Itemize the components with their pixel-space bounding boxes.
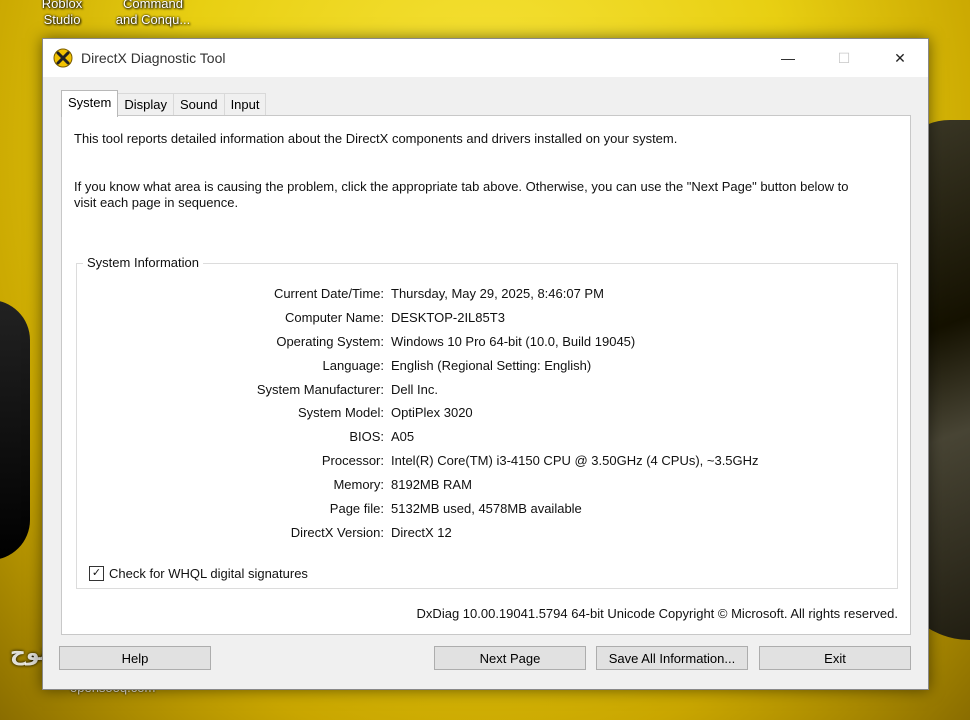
wallpaper-car-left bbox=[0, 300, 30, 560]
info-value: DESKTOP-2IL85T3 bbox=[391, 310, 505, 325]
info-row-bios: BIOS: A05 bbox=[77, 429, 897, 449]
info-label: Computer Name: bbox=[285, 310, 384, 325]
minimize-button[interactable]: — bbox=[760, 39, 816, 77]
info-value: 8192MB RAM bbox=[391, 477, 472, 492]
whql-checkbox-row[interactable]: ✓ Check for WHQL digital signatures bbox=[89, 566, 308, 581]
info-value: OptiPlex 3020 bbox=[391, 405, 473, 420]
info-row-memory: Memory: 8192MB RAM bbox=[77, 477, 897, 497]
info-value: Thursday, May 29, 2025, 8:46:07 PM bbox=[391, 286, 604, 301]
help-button[interactable]: Help bbox=[59, 646, 211, 670]
next-page-button[interactable]: Next Page bbox=[434, 646, 586, 670]
info-label: System Manufacturer: bbox=[256, 382, 384, 397]
info-value: A05 bbox=[391, 429, 415, 444]
desktop-icon-label: Roblox Studio bbox=[41, 0, 83, 27]
info-row-datetime: Current Date/Time: Thursday, May 29, 202… bbox=[77, 286, 897, 306]
instructions-text-line1: If you know what area is causing the pro… bbox=[74, 179, 849, 194]
info-row-page-file: Page file: 5132MB used, 4578MB available bbox=[77, 501, 897, 521]
desktop-icon-command-and-conquer[interactable]: Command and Conqu... bbox=[108, 0, 198, 28]
info-row-directx-version: DirectX Version: DirectX 12 bbox=[77, 525, 897, 545]
info-label: Language: bbox=[322, 358, 384, 373]
info-row-language: Language: English (Regional Setting: Eng… bbox=[77, 358, 897, 378]
info-row-computer-name: Computer Name: DESKTOP-2IL85T3 bbox=[77, 310, 897, 330]
tab-strip: System Display Sound Input bbox=[61, 90, 267, 117]
info-value: English (Regional Setting: English) bbox=[391, 358, 592, 373]
info-label: Current Date/Time: bbox=[273, 286, 384, 301]
info-row-manufacturer: System Manufacturer: Dell Inc. bbox=[77, 382, 897, 402]
info-label: System Model: bbox=[298, 405, 384, 420]
info-row-processor: Processor: Intel(R) Core(TM) i3-4150 CPU… bbox=[77, 453, 897, 473]
info-label: Operating System: bbox=[276, 334, 384, 349]
dxdiag-window: DirectX Diagnostic Tool — ☐ ✕ System Dis… bbox=[42, 38, 929, 690]
info-label: Memory: bbox=[333, 477, 384, 492]
info-label: BIOS: bbox=[349, 429, 384, 444]
tab-input[interactable]: Input bbox=[223, 93, 267, 116]
info-label: Page file: bbox=[329, 501, 384, 516]
info-label: DirectX Version: bbox=[290, 525, 384, 540]
save-all-information-button[interactable]: Save All Information... bbox=[596, 646, 748, 670]
title-bar[interactable]: DirectX Diagnostic Tool — ☐ ✕ bbox=[43, 39, 928, 77]
close-button[interactable]: ✕ bbox=[872, 39, 928, 77]
info-value: 5132MB used, 4578MB available bbox=[391, 501, 582, 516]
system-information-group: System Information Current Date/Time: Th… bbox=[76, 255, 898, 589]
info-value: Intel(R) Core(TM) i3-4150 CPU @ 3.50GHz … bbox=[391, 453, 759, 468]
whql-checkbox[interactable]: ✓ bbox=[89, 566, 104, 581]
tab-system[interactable]: System bbox=[61, 90, 119, 117]
intro-text: This tool reports detailed information a… bbox=[74, 131, 678, 146]
info-label: Processor: bbox=[321, 453, 384, 468]
info-value: DirectX 12 bbox=[391, 525, 452, 540]
system-tab-panel: This tool reports detailed information a… bbox=[61, 115, 911, 635]
info-value: Windows 10 Pro 64-bit (10.0, Build 19045… bbox=[391, 334, 636, 349]
version-copyright-text: DxDiag 10.00.19041.5794 64-bit Unicode C… bbox=[416, 606, 898, 621]
info-row-operating-system: Operating System: Windows 10 Pro 64-bit … bbox=[77, 334, 897, 354]
tab-sound[interactable]: Sound bbox=[172, 93, 225, 116]
desktop-icon-roblox-studio[interactable]: Roblox Studio bbox=[30, 0, 94, 28]
directx-icon bbox=[53, 48, 73, 68]
info-value: Dell Inc. bbox=[391, 382, 438, 397]
window-title: DirectX Diagnostic Tool bbox=[81, 50, 226, 66]
tab-display[interactable]: Display bbox=[117, 93, 174, 116]
group-title: System Information bbox=[83, 255, 203, 270]
whql-label: Check for WHQL digital signatures bbox=[109, 566, 308, 581]
instructions-text-line2: visit each page in sequence. bbox=[74, 195, 239, 210]
maximize-button: ☐ bbox=[837, 49, 851, 66]
info-row-model: System Model: OptiPlex 3020 bbox=[77, 405, 897, 425]
exit-button[interactable]: Exit bbox=[759, 646, 911, 670]
desktop-icon-label: Command and Conqu... bbox=[115, 0, 191, 27]
